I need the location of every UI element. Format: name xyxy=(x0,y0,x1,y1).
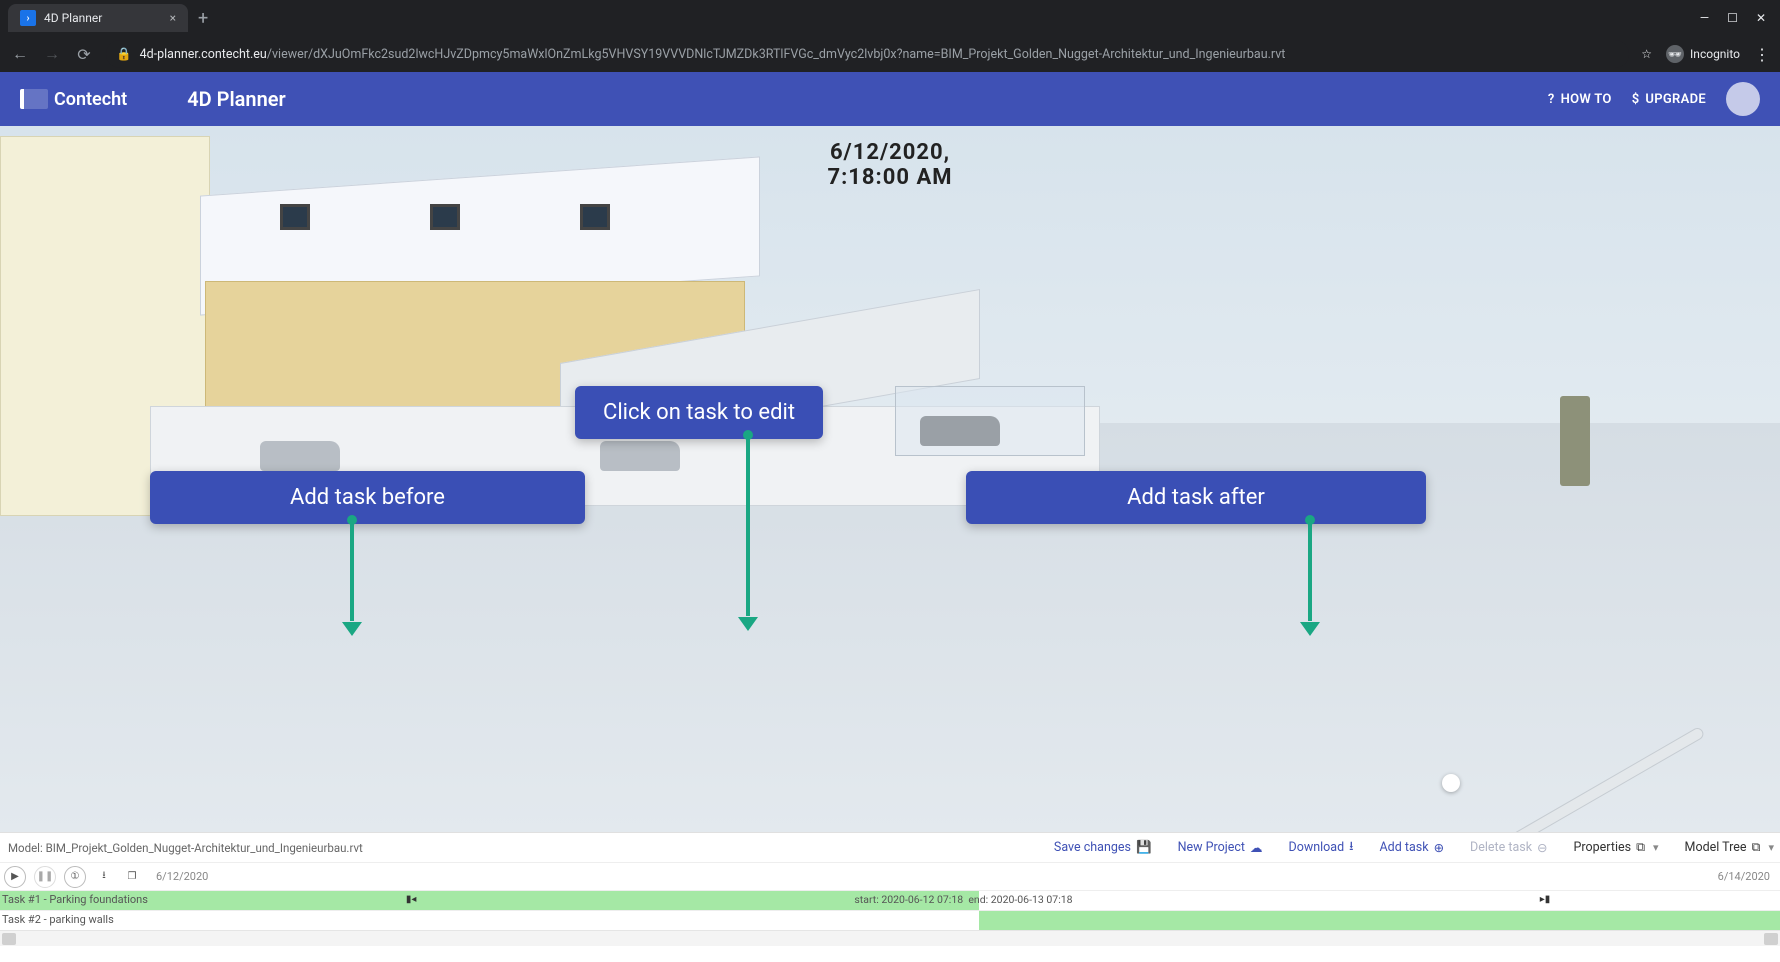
app-header: Contecht 4D Planner ? HOW TO $ UPGRADE xyxy=(0,72,1780,126)
task1-times: start: 2020-06-12 07:18 end: 2020-06-13 … xyxy=(854,893,1072,906)
tab-favicon-icon: › xyxy=(20,10,36,26)
nav-reload-icon[interactable]: ⟳ xyxy=(74,45,94,64)
save-icon: 💾 xyxy=(1136,840,1152,855)
app-logo[interactable]: Contecht xyxy=(20,89,127,110)
browser-nav-row: ← → ⟳ 🔒 4d-planner.contecht.eu /viewer/d… xyxy=(0,36,1780,72)
task1-next-handle-icon[interactable]: ▸▮ xyxy=(1540,894,1551,905)
export-button[interactable]: ⭳ xyxy=(94,867,114,887)
properties-icon: ⧉ xyxy=(1636,840,1645,855)
callout-add-after: Add task after xyxy=(966,471,1426,524)
properties-button[interactable]: Properties ⧉ ▾ xyxy=(1574,840,1659,855)
add-task-button[interactable]: Add task ⊕ xyxy=(1380,840,1445,856)
download-button[interactable]: Download ⭳ xyxy=(1288,837,1353,858)
tab-title: 4D Planner xyxy=(44,11,102,25)
app-title: 4D Planner xyxy=(187,87,286,111)
task1-prev-handle-icon[interactable]: ▮◂ xyxy=(406,894,417,905)
cloud-upload-icon: ☁ xyxy=(1250,840,1263,856)
viewer-slider-handle[interactable] xyxy=(1442,774,1460,792)
model-tree-button[interactable]: Model Tree ⧉ ▾ xyxy=(1685,840,1774,855)
model-toolbar: Model: BIM_Projekt_Golden_Nugget-Archite… xyxy=(0,832,1780,862)
download-icon: ⭳ xyxy=(1349,837,1353,858)
task1-label: Task #1 - Parking foundations xyxy=(2,893,148,906)
save-changes-button[interactable]: Save changes 💾 xyxy=(1054,840,1152,855)
new-project-button[interactable]: New Project ☁ xyxy=(1178,840,1263,856)
task2-label: Task #2 - parking walls xyxy=(2,913,114,926)
gantt-row-task1[interactable]: Task #1 - Parking foundations ▮◂ start: … xyxy=(0,890,1780,910)
incognito-label: Incognito xyxy=(1690,47,1740,61)
callout-add-before: Add task before xyxy=(150,471,585,524)
browser-menu-icon[interactable]: ⋮ xyxy=(1754,45,1770,64)
url-host: 4d-planner.contecht.eu xyxy=(140,47,267,62)
play-button[interactable]: ▶ xyxy=(4,866,26,888)
browser-chrome: › 4D Planner × + — ☐ ✕ ← → ⟳ 🔒 4d-planne… xyxy=(0,0,1780,72)
gantt-chart: Task #1 - Parking foundations ▮◂ start: … xyxy=(0,890,1780,930)
upgrade-label: UPGRADE xyxy=(1645,92,1706,107)
callout-edit-task: Click on task to edit xyxy=(575,386,823,439)
incognito-icon: 🕶 xyxy=(1666,45,1684,63)
plus-circle-icon: ⊕ xyxy=(1434,840,1444,856)
gantt-row-task2[interactable]: Task #2 - parking walls xyxy=(0,910,1780,930)
nav-back-icon[interactable]: ← xyxy=(10,44,30,64)
new-tab-button[interactable]: + xyxy=(198,8,208,29)
address-bar[interactable]: 🔒 4d-planner.contecht.eu /viewer/dXJuOmF… xyxy=(106,40,1629,68)
incognito-badge: 🕶 Incognito xyxy=(1666,45,1740,63)
timeline-start-date: 6/12/2020 xyxy=(156,870,208,883)
upgrade-button[interactable]: $ UPGRADE xyxy=(1622,86,1716,113)
bookmark-star-icon[interactable]: ☆ xyxy=(1641,47,1652,61)
layers-button[interactable]: ❐ xyxy=(122,867,142,887)
tree-icon: ⧉ xyxy=(1752,840,1761,855)
task2-bar[interactable] xyxy=(979,911,1780,930)
window-minimize-icon[interactable]: — xyxy=(1700,11,1709,25)
chevron-down-icon: ▾ xyxy=(1768,841,1774,854)
chevron-down-icon: ▾ xyxy=(1653,841,1659,854)
logo-mark-icon xyxy=(20,89,48,109)
window-controls: — ☐ ✕ xyxy=(1700,11,1780,25)
nav-forward-icon[interactable]: → xyxy=(42,44,62,64)
how-to-button[interactable]: ? HOW TO xyxy=(1538,86,1622,113)
timestamp-date: 6/12/2020, xyxy=(827,140,952,165)
delete-task-button: Delete task ⊖ xyxy=(1470,840,1547,856)
horizontal-scrollbar[interactable] xyxy=(0,930,1780,946)
scroll-right-icon[interactable] xyxy=(1764,933,1778,945)
url-path: /viewer/dXJuOmFkc2sud2lwcHJvZDpmcy5maWxl… xyxy=(267,47,1286,62)
speed-button[interactable]: ① xyxy=(64,866,86,888)
timeline-end-date: 6/14/2020 xyxy=(1718,870,1770,883)
minus-circle-icon: ⊖ xyxy=(1537,840,1547,856)
window-close-icon[interactable]: ✕ xyxy=(1756,11,1766,25)
timeline-controls: ▶ ❚❚ ① ⭳ ❐ 6/12/2020 6/14/2020 xyxy=(0,862,1780,890)
how-to-label: HOW TO xyxy=(1561,92,1612,107)
dollar-icon: $ xyxy=(1632,92,1640,107)
tab-close-icon[interactable]: × xyxy=(170,11,176,25)
model-name-label: Model: BIM_Projekt_Golden_Nugget-Archite… xyxy=(6,841,363,855)
timestamp-time: 7:18:00 AM xyxy=(827,165,952,190)
logo-text: Contecht xyxy=(54,89,127,110)
lock-icon: 🔒 xyxy=(116,47,132,62)
pause-button[interactable]: ❚❚ xyxy=(34,866,56,888)
tab-strip: › 4D Planner × + — ☐ ✕ xyxy=(0,0,1780,36)
model-viewer[interactable]: 6/12/2020, 7:18:00 AM Click on task to e… xyxy=(0,126,1780,832)
browser-tab[interactable]: › 4D Planner × xyxy=(8,4,188,32)
scroll-left-icon[interactable] xyxy=(2,933,16,945)
user-avatar[interactable] xyxy=(1726,82,1760,116)
window-maximize-icon[interactable]: ☐ xyxy=(1727,11,1738,25)
help-icon: ? xyxy=(1548,92,1555,107)
viewer-timestamp: 6/12/2020, 7:18:00 AM xyxy=(827,140,952,191)
